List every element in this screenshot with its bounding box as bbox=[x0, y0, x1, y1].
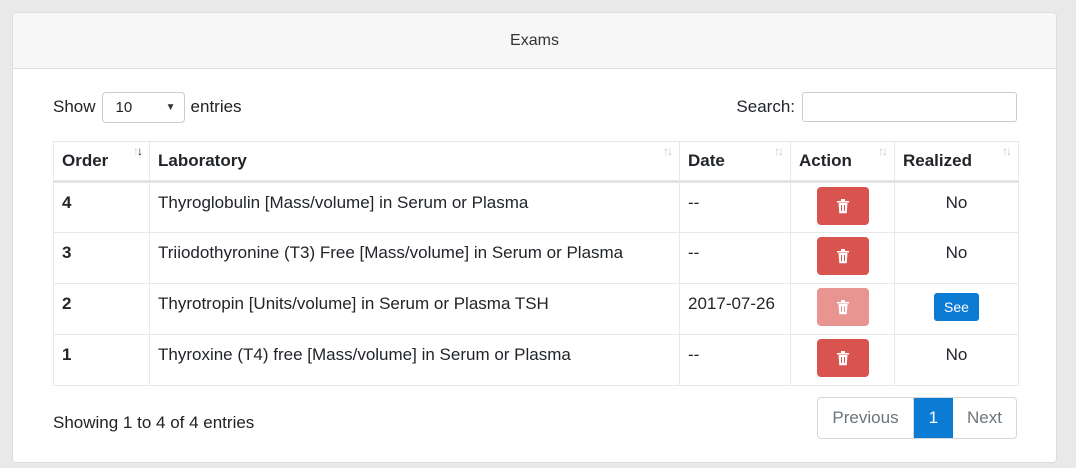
cell-action bbox=[790, 283, 895, 335]
cell-date: 2017-07-26 bbox=[679, 283, 791, 335]
trash-icon bbox=[836, 249, 849, 264]
trash-icon bbox=[836, 199, 849, 214]
column-header-label: Realized bbox=[903, 151, 972, 170]
cell-order: 1 bbox=[53, 334, 150, 386]
search-input[interactable] bbox=[802, 92, 1017, 122]
card-header: Exams bbox=[13, 13, 1056, 69]
cell-date: -- bbox=[679, 334, 791, 386]
sort-arrows-icon: ↑↓ bbox=[774, 144, 784, 158]
cell-realized: No bbox=[894, 181, 1019, 233]
card-title: Exams bbox=[510, 31, 559, 49]
column-header-label: Date bbox=[688, 151, 725, 170]
cell-order: 3 bbox=[53, 232, 150, 284]
delete-button[interactable] bbox=[816, 187, 869, 225]
sort-arrows-icon: ↑↓ bbox=[1002, 144, 1012, 158]
column-header-realized[interactable]: Realized ↑↓ bbox=[894, 141, 1019, 183]
column-header-label: Laboratory bbox=[158, 151, 247, 170]
cell-laboratory: Thyroglobulin [Mass/volume] in Serum or … bbox=[149, 181, 680, 233]
delete-button[interactable] bbox=[816, 237, 869, 275]
search-label: Search: bbox=[736, 97, 795, 116]
column-header-label: Action bbox=[799, 151, 852, 170]
sort-arrows-icon: ↑↓ bbox=[133, 144, 143, 158]
column-header-label: Order bbox=[62, 151, 109, 170]
trash-icon bbox=[836, 351, 849, 366]
column-header-date[interactable]: Date ↑↓ bbox=[679, 141, 791, 183]
entries-label: entries bbox=[190, 97, 242, 116]
cell-date: -- bbox=[679, 181, 791, 233]
delete-button-disabled bbox=[816, 288, 869, 326]
cell-date: -- bbox=[679, 232, 791, 284]
cell-laboratory: Triiodothyronine (T3) Free [Mass/volume]… bbox=[149, 232, 680, 284]
cell-laboratory: Thyroxine (T4) free [Mass/volume] in Ser… bbox=[149, 334, 680, 386]
table-row: 4 Thyroglobulin [Mass/volume] in Serum o… bbox=[53, 181, 1019, 233]
cell-realized: No bbox=[894, 334, 1019, 386]
table-info: Showing 1 to 4 of 4 entries bbox=[53, 413, 255, 432]
next-page-button[interactable]: Next bbox=[953, 398, 1016, 438]
trash-icon bbox=[836, 300, 849, 315]
table-row: 3 Triiodothyronine (T3) Free [Mass/volum… bbox=[53, 232, 1019, 284]
cell-order: 2 bbox=[53, 283, 150, 335]
exams-card: Exams Show 10 ▼ entries Search: Order ↑↓ bbox=[12, 12, 1057, 463]
pagination: Previous 1 Next bbox=[817, 397, 1017, 439]
cell-action bbox=[790, 181, 895, 233]
cell-laboratory: Thyrotropin [Units/volume] in Serum or P… bbox=[149, 283, 680, 335]
cell-order: 4 bbox=[53, 181, 150, 233]
page-button-1[interactable]: 1 bbox=[913, 398, 954, 438]
entries-select[interactable]: 10 ▼ bbox=[101, 91, 185, 123]
table-header-row: Order ↑↓ Laboratory ↑↓ Date ↑↓ Action ↑↓… bbox=[53, 141, 1019, 183]
show-label: Show bbox=[53, 97, 96, 116]
cell-action bbox=[790, 334, 895, 386]
table-controls: Show 10 ▼ entries Search: bbox=[53, 91, 1017, 123]
column-header-laboratory[interactable]: Laboratory ↑↓ bbox=[149, 141, 680, 183]
table-row: 2 Thyrotropin [Units/volume] in Serum or… bbox=[53, 283, 1019, 335]
cell-action bbox=[790, 232, 895, 284]
see-button[interactable]: See bbox=[934, 293, 979, 321]
cell-realized: No bbox=[894, 232, 1019, 284]
search-box: Search: bbox=[736, 91, 1017, 123]
cell-realized: See bbox=[894, 283, 1019, 335]
sort-arrows-icon: ↑↓ bbox=[878, 144, 888, 158]
previous-page-button[interactable]: Previous bbox=[818, 398, 914, 438]
caret-down-icon: ▼ bbox=[165, 101, 176, 113]
table-row: 1 Thyroxine (T4) free [Mass/volume] in S… bbox=[53, 334, 1019, 386]
entries-select-value: 10 bbox=[115, 98, 133, 116]
delete-button[interactable] bbox=[816, 339, 869, 377]
exams-table: Order ↑↓ Laboratory ↑↓ Date ↑↓ Action ↑↓… bbox=[53, 141, 1019, 386]
sort-arrows-icon: ↑↓ bbox=[663, 144, 673, 158]
column-header-action[interactable]: Action ↑↓ bbox=[790, 141, 895, 183]
entries-length: Show 10 ▼ entries bbox=[53, 91, 242, 123]
column-header-order[interactable]: Order ↑↓ bbox=[53, 141, 150, 183]
